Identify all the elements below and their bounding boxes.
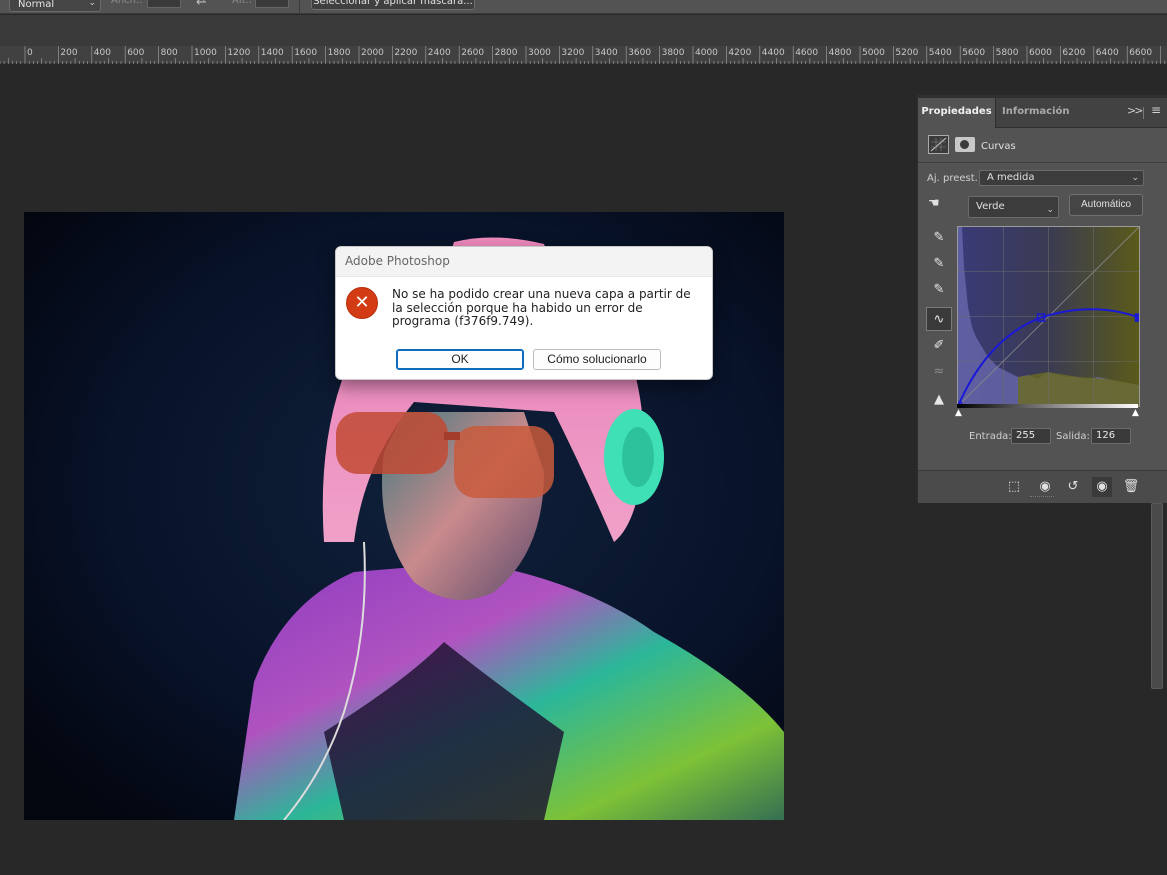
panel-tab-bar: Propiedades Información >> ≡: [918, 98, 1167, 128]
input-field[interactable]: 255: [1011, 428, 1051, 444]
clipping-warning-icon[interactable]: ▲: [926, 388, 952, 412]
vertical-scrollbar[interactable]: [1151, 503, 1163, 689]
blend-mode-value: Normal: [18, 0, 55, 10]
ruler-label: 3000: [528, 48, 551, 58]
ok-button[interactable]: OK: [396, 349, 524, 370]
ruler-label: 2000: [361, 48, 384, 58]
horizontal-ruler[interactable]: 0020040060080010001200140016001800200022…: [0, 46, 1167, 64]
input-gradient-bar: [957, 404, 1138, 408]
curve-points-tool-icon[interactable]: ∿: [926, 307, 952, 331]
preset-value: A medida: [987, 172, 1035, 183]
white-slider-icon[interactable]: ▲: [1132, 408, 1139, 418]
dialog-message: No se ha podido crear una nueva capa a p…: [392, 287, 691, 328]
ruler-label: 4200: [728, 48, 752, 58]
white-point-eyedropper-icon[interactable]: ✎: [926, 278, 952, 302]
ruler-label: 3200: [561, 48, 585, 58]
ruler-label: 2600: [461, 48, 485, 58]
panel-menu-icon[interactable]: ≡: [1151, 103, 1161, 117]
ruler-label: 3600: [628, 48, 652, 58]
ruler-label: 2800: [494, 48, 518, 58]
tab-properties[interactable]: Propiedades: [918, 98, 996, 128]
ruler-label: 3800: [661, 48, 685, 58]
black-slider-icon[interactable]: ▲: [955, 408, 962, 418]
gray-point-eyedropper-icon[interactable]: ✎: [926, 252, 952, 276]
preset-select[interactable]: A medida ⌄: [979, 170, 1144, 186]
ruler-label: 3400: [594, 48, 618, 58]
curve-point[interactable]: [1134, 313, 1140, 322]
height-label: Alt.:: [232, 0, 253, 6]
black-point-eyedropper-icon[interactable]: ✎: [926, 226, 952, 250]
ruler-label: 5600: [962, 48, 986, 58]
auto-button[interactable]: Automático: [1069, 194, 1143, 216]
preset-label: Aj. preest.:: [927, 173, 982, 184]
delete-adjustment-icon[interactable]: 🗑: [1121, 477, 1141, 497]
ruler-label: 4000: [695, 48, 718, 58]
ruler-label: 6600: [1129, 48, 1153, 58]
ruler-label: 6000: [1029, 48, 1052, 58]
ruler-label: 1600: [294, 48, 318, 58]
error-dialog: Adobe Photoshop ✕ No se ha podido crear …: [335, 246, 713, 380]
ruler-label: 200: [60, 48, 78, 58]
chevron-down-icon: ⌄: [1046, 205, 1054, 215]
ruler-label: 800: [160, 48, 178, 58]
ruler-label: 4600: [795, 48, 819, 58]
ruler-label: 5800: [995, 48, 1019, 58]
curves-graph[interactable]: [957, 226, 1140, 407]
tab-info[interactable]: Información: [1002, 98, 1082, 128]
dialog-title: Adobe Photoshop: [336, 247, 712, 277]
ruler-label: 600: [127, 48, 145, 58]
output-label: Salida:: [1056, 431, 1090, 442]
blend-mode-select[interactable]: Normal ⌄: [9, 0, 101, 12]
toggle-visibility-icon[interactable]: ◉: [1092, 477, 1112, 497]
view-previous-state-icon[interactable]: ◉: [1035, 477, 1055, 497]
panel-resize-grip[interactable]: [1030, 496, 1054, 499]
collapse-panel-icon[interactable]: >>: [1127, 104, 1144, 117]
width-field[interactable]: [147, 0, 181, 8]
ruler-label: 6400: [1095, 48, 1119, 58]
on-image-adjust-icon[interactable]: ☚: [928, 196, 940, 211]
properties-panel: Propiedades Información >> ≡ Curvas Aj. …: [917, 97, 1167, 503]
curves-plot: [958, 227, 1139, 406]
curves-adjustment-icon[interactable]: [928, 135, 949, 154]
panel-separator: [1143, 107, 1144, 119]
ruler-label: 5200: [895, 48, 919, 58]
smooth-curve-icon[interactable]: ≈: [926, 360, 952, 384]
adjustment-title: Curvas: [981, 141, 1016, 152]
options-bar: Normal ⌄ Anch.: ⇄ Alt.: Seleccionar y ap…: [0, 0, 1167, 14]
ruler-label: 1000: [194, 48, 217, 58]
clip-to-layer-icon[interactable]: ⬚: [1004, 477, 1024, 497]
select-and-mask-button[interactable]: Seleccionar y aplicar máscara...: [311, 0, 475, 10]
ruler-label: 2400: [427, 48, 451, 58]
ruler-label: 400: [93, 48, 111, 58]
chevron-down-icon: ⌄: [88, 0, 96, 8]
ruler-label: 6200: [1062, 48, 1086, 58]
ruler-label: 1200: [227, 48, 251, 58]
output-field[interactable]: 126: [1091, 428, 1131, 444]
width-label: Anch.:: [111, 0, 143, 6]
ruler-label: 4400: [761, 48, 785, 58]
ruler-label: 1400: [260, 48, 284, 58]
channel-select[interactable]: Verde ⌄: [968, 196, 1059, 218]
ruler-label: 0: [27, 48, 33, 58]
how-to-fix-button[interactable]: Cómo solucionarlo: [533, 349, 661, 370]
channel-value: Verde: [976, 201, 1005, 212]
options-divider: [299, 0, 300, 13]
panel-divider: [918, 162, 1167, 163]
ruler-label: 5400: [928, 48, 952, 58]
input-label: Entrada:: [969, 431, 1012, 442]
ruler-label: 5000: [862, 48, 885, 58]
swap-arrow-icon[interactable]: ⇄: [196, 0, 207, 8]
error-icon: ✕: [346, 287, 378, 319]
chevron-down-icon: ⌄: [1131, 173, 1139, 183]
height-field[interactable]: [255, 0, 289, 8]
pencil-tool-icon[interactable]: ✐: [926, 334, 952, 358]
ruler-label: 4800: [828, 48, 852, 58]
ruler-label: 1800: [327, 48, 351, 58]
photoshop-window: Normal ⌄ Anch.: ⇄ Alt.: Seleccionar y ap…: [0, 0, 1167, 875]
ruler-label: 2200: [394, 48, 418, 58]
reset-adjustment-icon[interactable]: ↺: [1063, 477, 1083, 497]
layer-mask-icon[interactable]: [955, 137, 975, 152]
document-tab-bar: [0, 15, 1167, 46]
